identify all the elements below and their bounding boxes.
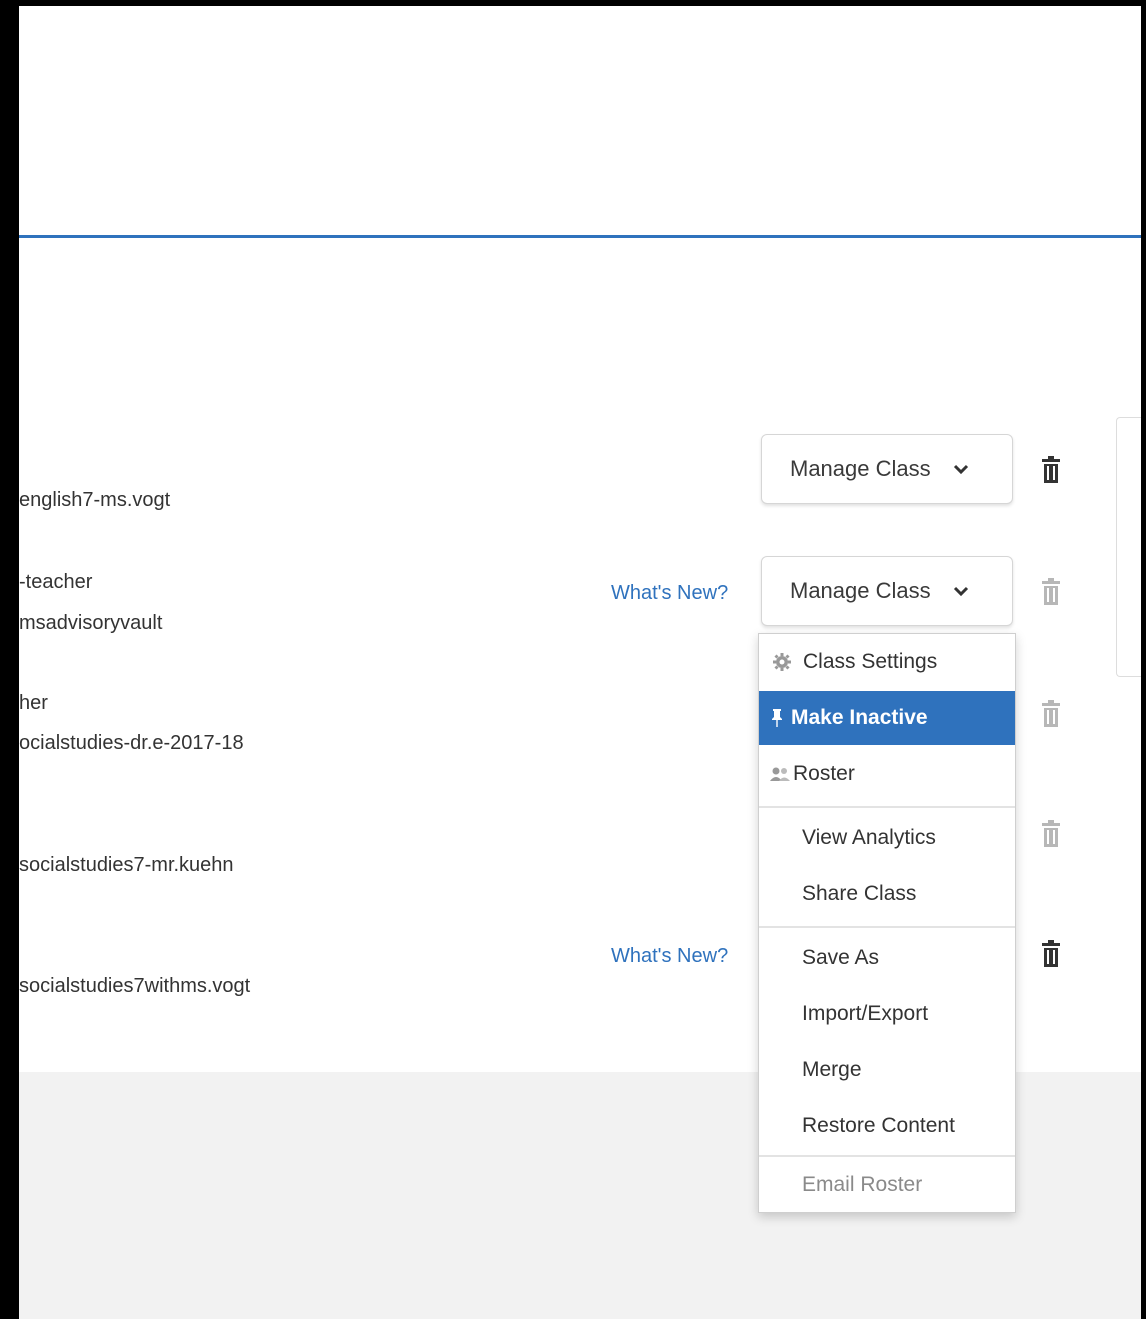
header-divider	[19, 235, 1141, 238]
trash-icon[interactable]	[1040, 700, 1062, 728]
gear-icon	[769, 652, 795, 672]
menu-item-label: Make Inactive	[791, 706, 928, 729]
manage-class-button[interactable]: Manage Class	[761, 556, 1013, 626]
chevron-down-icon	[951, 581, 971, 601]
people-icon	[769, 764, 791, 784]
class-code: msadvisoryvault	[19, 612, 163, 634]
manage-class-dropdown-menu: Class Settings Make Inactive Roster View…	[758, 633, 1016, 1213]
page: english7-ms.vogt Manage Class -teacher m…	[19, 6, 1141, 1319]
menu-item-label: Class Settings	[803, 650, 938, 673]
menu-item-email-roster[interactable]: Email Roster	[759, 1158, 1015, 1212]
menu-item-import-export[interactable]: Import/Export	[759, 987, 1015, 1041]
menu-divider	[759, 1155, 1015, 1157]
class-code: english7-ms.vogt	[19, 489, 171, 511]
menu-item-merge[interactable]: Merge	[759, 1043, 1015, 1097]
menu-item-label: View Analytics	[802, 826, 936, 849]
menu-item-class-settings[interactable]: Class Settings	[759, 635, 1015, 689]
manage-class-button[interactable]: Manage Class	[761, 434, 1013, 504]
menu-item-label: Save As	[802, 946, 880, 969]
menu-item-save-as[interactable]: Save As	[759, 931, 1015, 985]
trash-icon[interactable]	[1040, 940, 1062, 968]
menu-item-label: Restore Content	[802, 1114, 955, 1137]
manage-class-label: Manage Class	[790, 578, 931, 603]
chevron-down-icon	[951, 459, 971, 479]
teacher-label: her	[19, 692, 48, 714]
teacher-label: -teacher	[19, 571, 93, 593]
menu-item-restore-content[interactable]: Restore Content	[759, 1099, 1015, 1153]
trash-icon[interactable]	[1040, 820, 1062, 848]
menu-item-label: Share Class	[802, 882, 917, 905]
class-code: socialstudies7withms.vogt	[19, 975, 251, 997]
menu-item-view-analytics[interactable]: View Analytics	[759, 811, 1015, 865]
trash-icon[interactable]	[1040, 456, 1062, 484]
manage-class-label: Manage Class	[790, 456, 931, 481]
menu-item-make-inactive[interactable]: Make Inactive	[759, 691, 1015, 745]
menu-item-share-class[interactable]: Share Class	[759, 867, 1015, 921]
menu-item-label: Email Roster	[802, 1173, 923, 1196]
menu-divider	[759, 926, 1015, 928]
menu-item-label: Import/Export	[802, 1002, 929, 1025]
whats-new-link[interactable]: What's New?	[611, 945, 728, 968]
class-code: socialstudies7-mr.kuehn	[19, 854, 234, 876]
whats-new-link[interactable]: What's New?	[611, 582, 728, 605]
menu-item-label: Roster	[793, 762, 855, 785]
menu-divider	[759, 806, 1015, 808]
trash-icon[interactable]	[1040, 578, 1062, 606]
header-area	[19, 6, 1141, 235]
menu-item-roster[interactable]: Roster	[759, 747, 1015, 801]
side-panel-card	[1116, 417, 1141, 677]
pushpin-icon	[769, 708, 785, 728]
class-code: ocialstudies-dr.e-2017-18	[19, 732, 244, 754]
menu-item-label: Merge	[802, 1058, 862, 1081]
